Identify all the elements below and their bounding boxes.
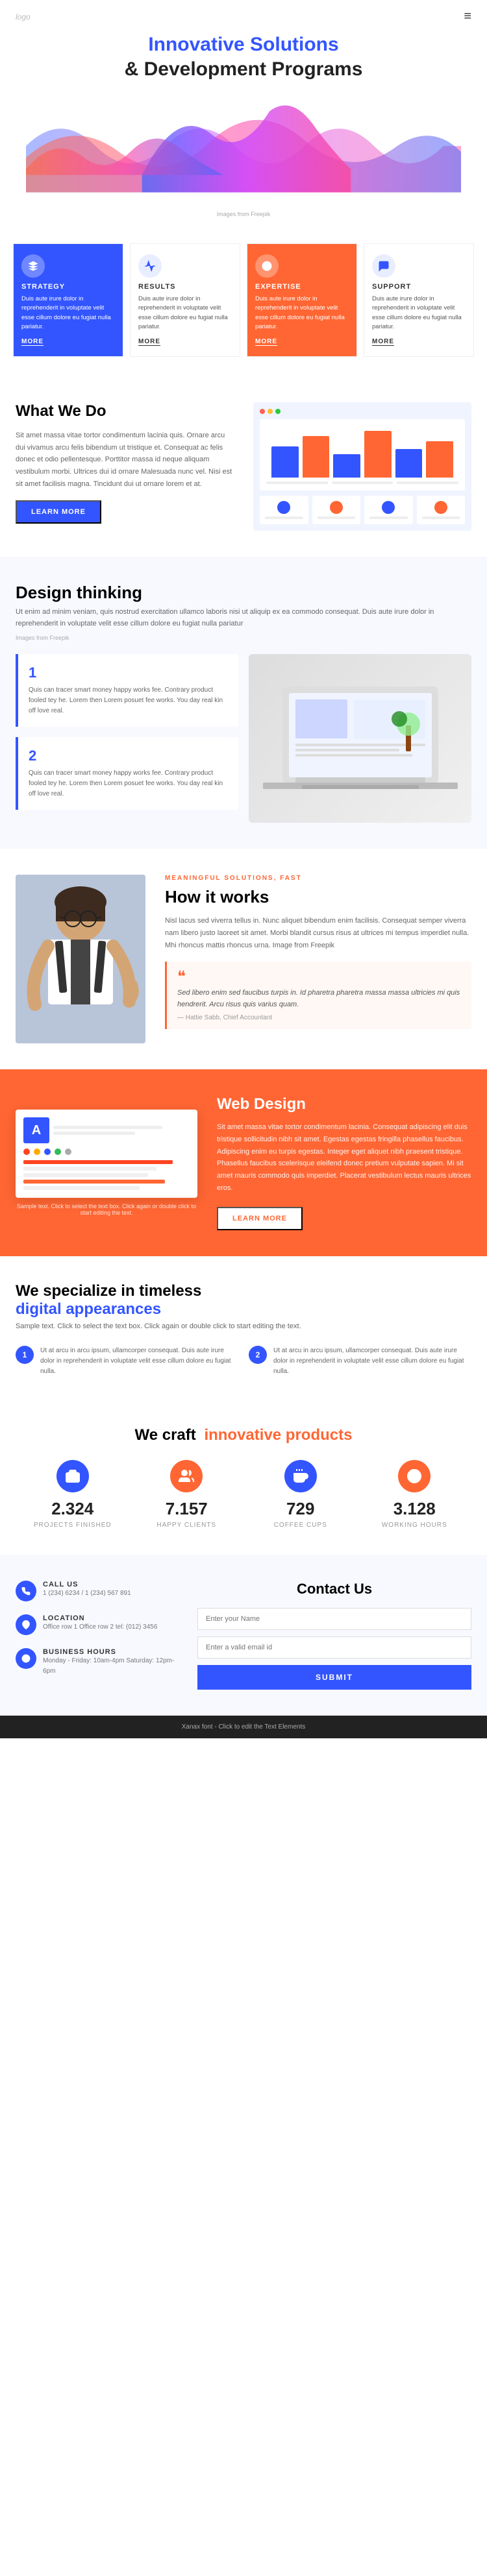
what-we-do-image xyxy=(253,402,471,531)
coffee-icon-circle xyxy=(284,1460,317,1492)
hero-credit: Images from Freepik xyxy=(26,211,461,217)
hero-title: Innovative Solutions & Development Progr… xyxy=(26,32,461,81)
expertise-icon xyxy=(255,254,279,278)
service-expertise: EXPERTISE Duis aute irure dolor in repre… xyxy=(247,243,357,357)
quote-icon: ❝ xyxy=(177,969,461,985)
contact-location-text: LOCATION Office row 1 Office row 2 tel: … xyxy=(43,1614,157,1635)
footer: Xanax font - Click to edit the Text Elem… xyxy=(0,1716,487,1738)
person-image xyxy=(16,875,145,1043)
how-it-works-text: MEANINGFUL SOLUTIONS, FAST How it works … xyxy=(165,875,471,1029)
testimonial-quote: ❝ Sed libero enim sed faucibus turpis in… xyxy=(165,962,471,1029)
expand-dot xyxy=(275,409,281,414)
projects-icon-circle xyxy=(56,1460,89,1492)
spec-col-2: 2 Ut at arcu in arcu ipsum, ullamcorper … xyxy=(249,1346,471,1387)
specialize-title: We specialize in timeless digital appear… xyxy=(16,1282,471,1318)
person-placeholder xyxy=(16,875,145,1043)
contact-hours-text: BUSINESS HOURS Monday - Friday: 10am-4pm… xyxy=(43,1648,184,1677)
laptop-image xyxy=(249,654,471,823)
web-design-text: Web Design Sit amet massa vitae tortor c… xyxy=(217,1095,471,1230)
specialize-grid: 1 Ut at arcu in arcu ipsum, ullamcorper … xyxy=(16,1346,471,1387)
stats-row: 2.324 PROJECTS FINISHED 7.157 HAPPY CLIE… xyxy=(16,1460,471,1529)
contact-call: CALL US 1 (234) 6234 / 1 (234) 567 891 xyxy=(16,1581,184,1601)
contact-section: CALL US 1 (234) 6234 / 1 (234) 567 891 L… xyxy=(0,1555,487,1716)
stat-clients: 7.157 HAPPY CLIENTS xyxy=(130,1460,244,1529)
stat-hours: 3.128 WORKING HOURS xyxy=(358,1460,472,1529)
minimize-dot xyxy=(268,409,273,414)
stats-section: We craft innovative products 2.324 PROJE… xyxy=(0,1413,487,1555)
hamburger-icon[interactable]: ≡ xyxy=(464,9,471,24)
what-we-do-text: What We Do Sit amet massa vitae tortor c… xyxy=(16,402,234,524)
mockup-header: A xyxy=(23,1117,190,1143)
thinking-item-2: 2 Quis can tracer smart money happy work… xyxy=(16,737,238,810)
thinking-left: 1 Quis can tracer smart money happy work… xyxy=(16,654,238,823)
hours-icon-circle xyxy=(398,1460,431,1492)
stats-title: We craft innovative products xyxy=(16,1426,471,1444)
nav-logo: logo xyxy=(16,12,31,21)
contact-hours: BUSINESS HOURS Monday - Friday: 10am-4pm… xyxy=(16,1648,184,1677)
results-icon xyxy=(138,254,162,278)
spec-item-2: 2 Ut at arcu in arcu ipsum, ullamcorper … xyxy=(249,1346,471,1377)
mockup-lines xyxy=(53,1117,190,1143)
close-dot xyxy=(260,409,265,414)
navigation: logo ≡ xyxy=(0,0,487,33)
design-thinking-section: Design thinking Ut enim ad minim veniam,… xyxy=(0,557,487,849)
browser-dots xyxy=(260,409,465,414)
spec-item-1: 1 Ut at arcu in arcu ipsum, ullamcorper … xyxy=(16,1346,238,1377)
location-icon xyxy=(16,1614,36,1635)
strategy-icon xyxy=(21,254,45,278)
support-icon xyxy=(372,254,395,278)
what-we-do-section: What We Do Sit amet massa vitae tortor c… xyxy=(0,376,487,557)
thinking-right xyxy=(249,654,471,823)
services-section: STRATEGY Duis aute irure dolor in repreh… xyxy=(0,237,487,376)
wave-graphic xyxy=(26,94,461,198)
thinking-items: 1 Quis can tracer smart money happy work… xyxy=(16,654,471,823)
hero-section: Innovative Solutions & Development Progr… xyxy=(0,0,487,237)
submit-button[interactable]: SUBMIT xyxy=(197,1665,471,1690)
contact-form-col: Contact Us SUBMIT xyxy=(197,1581,471,1690)
web-design-image: A Sample text. Click to se xyxy=(16,1110,197,1216)
service-support: SUPPORT Duis aute irure dolor in reprehe… xyxy=(364,243,474,357)
contact-info: CALL US 1 (234) 6234 / 1 (234) 567 891 L… xyxy=(16,1581,197,1690)
stat-coffee: 729 COFFEE CUPS xyxy=(244,1460,358,1529)
clients-icon-circle xyxy=(170,1460,203,1492)
phone-icon xyxy=(16,1581,36,1601)
spec-col-1: 1 Ut at arcu in arcu ipsum, ullamcorper … xyxy=(16,1346,238,1387)
stat-projects: 2.324 PROJECTS FINISHED xyxy=(16,1460,130,1529)
how-it-works-section: MEANINGFUL SOLUTIONS, FAST How it works … xyxy=(0,849,487,1069)
email-input[interactable] xyxy=(197,1636,471,1659)
contact-call-text: CALL US 1 (234) 6234 / 1 (234) 567 891 xyxy=(43,1581,131,1601)
mockup-list xyxy=(23,1160,190,1190)
mockup-dots xyxy=(23,1148,190,1155)
specialize-section: We specialize in timeless digital appear… xyxy=(0,1256,487,1413)
web-mockup: A xyxy=(16,1110,197,1198)
web-design-learn-more-button[interactable]: LEARN MORE xyxy=(217,1207,303,1230)
service-strategy: STRATEGY Duis aute irure dolor in repreh… xyxy=(13,243,123,357)
learn-more-button[interactable]: LEARN MORE xyxy=(16,500,101,524)
mockup-logo: A xyxy=(23,1117,49,1143)
web-design-section: A Sample text. Click to se xyxy=(0,1069,487,1256)
footer-text: Xanax font - Click to edit the Text Elem… xyxy=(8,1723,479,1731)
contact-location: LOCATION Office row 1 Office row 2 tel: … xyxy=(16,1614,184,1635)
name-input[interactable] xyxy=(197,1608,471,1630)
browser-mockup xyxy=(253,402,471,531)
service-results: RESULTS Duis aute irure dolor in reprehe… xyxy=(130,243,240,357)
thinking-item-1: 1 Quis can tracer smart money happy work… xyxy=(16,654,238,727)
clock-icon xyxy=(16,1648,36,1669)
